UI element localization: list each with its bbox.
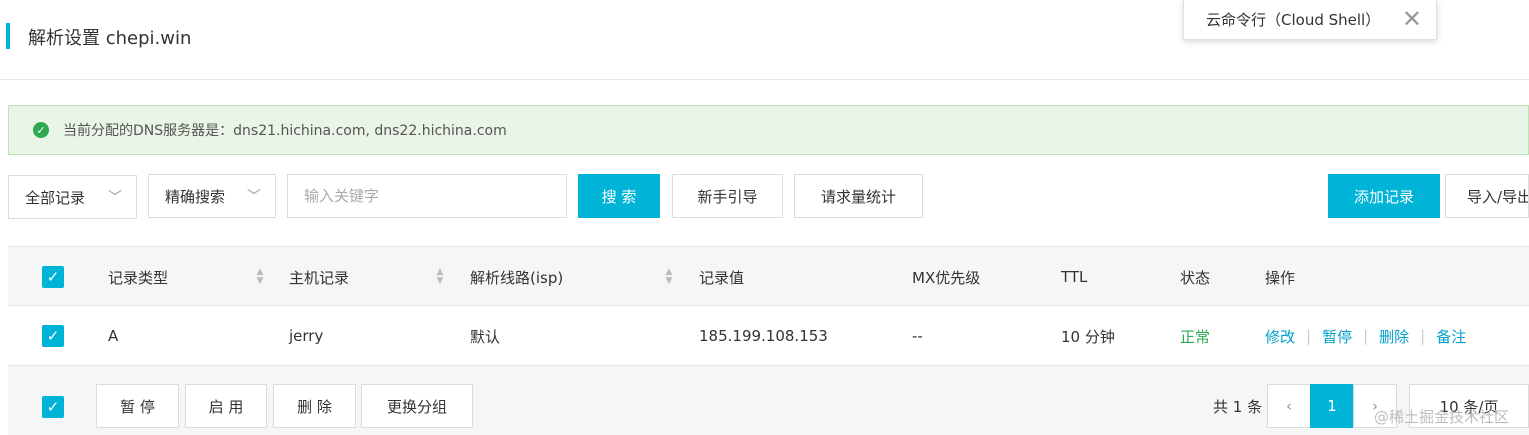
mx-priority: -- [912, 327, 923, 345]
divider: | [1363, 327, 1369, 345]
column-header-mx: MX优先级 [912, 268, 981, 287]
record-value: 185.199.108.153 [699, 327, 828, 345]
beginner-guide-button[interactable]: 新手引导 [672, 174, 783, 218]
delete-link[interactable]: 删除 [1379, 326, 1409, 347]
cloud-shell-label: 云命令行（Cloud Shell） [1206, 11, 1381, 29]
status-badge: 正常 [1180, 327, 1211, 346]
title-accent-bar [6, 23, 10, 49]
pagination-total: 共 1 条 [1213, 397, 1263, 416]
edit-link[interactable]: 修改 [1265, 326, 1295, 347]
chevron-left-icon: ‹ [1286, 397, 1292, 415]
watermark-text: @稀土掘金技术社区 [1373, 408, 1509, 426]
table-footer: ✓ 暂 停 启 用 删 除 更换分组 共 1 条 ‹ 1 › 10 条/页 [8, 366, 1529, 435]
column-header-actions: 操作 [1265, 268, 1296, 287]
sort-icon[interactable]: ▲ ▼ [663, 247, 675, 307]
chevron-down-icon: ﹀ [247, 189, 261, 205]
keyword-search-input[interactable] [287, 174, 567, 218]
sort-icon[interactable]: ▲ ▼ [434, 247, 446, 307]
sort-icon[interactable]: ▲ ▼ [254, 247, 266, 307]
request-stats-button[interactable]: 请求量统计 [794, 174, 923, 218]
close-icon[interactable]: ✕ [1402, 3, 1422, 35]
column-header-status: 状态 [1180, 268, 1211, 287]
batch-pause-button[interactable]: 暂 停 [96, 384, 179, 428]
prev-page-button[interactable]: ‹ [1267, 384, 1311, 428]
remark-link[interactable]: 备注 [1436, 326, 1466, 347]
divider: | [1306, 327, 1312, 345]
divider: | [1420, 327, 1426, 345]
table-header: ✓ 记录类型 ▲ ▼ 主机记录 ▲ ▼ 解析线路(isp) ▲ ▼ 记录值 MX优先级… [8, 246, 1529, 306]
search-button[interactable]: 搜 索 [578, 174, 660, 218]
dns-server-banner: ✓ 当前分配的DNS服务器是：dns21.hichina.com, dns22.… [8, 105, 1529, 155]
page-number-current[interactable]: 1 [1310, 384, 1354, 428]
row-checkbox[interactable]: ✓ [42, 325, 64, 347]
select-all-checkbox[interactable]: ✓ [42, 266, 64, 288]
host-record: jerry [289, 327, 324, 345]
column-header-line: 解析线路(isp) [470, 268, 564, 287]
chevron-down-icon: ﹀ [108, 190, 122, 206]
dns-server-text: 当前分配的DNS服务器是：dns21.hichina.com, dns22.hi… [63, 123, 507, 139]
batch-delete-button[interactable]: 删 除 [273, 384, 356, 428]
page-title: 解析设置 chepi.win [28, 28, 192, 49]
pause-link[interactable]: 暂停 [1322, 326, 1352, 347]
check-circle-icon: ✓ [33, 122, 49, 138]
batch-select-checkbox[interactable]: ✓ [42, 396, 64, 418]
record-filter-select[interactable]: 全部记录 ﹀ [8, 175, 137, 219]
cloud-shell-tab[interactable]: 云命令行（Cloud Shell） ✕ [1183, 0, 1437, 40]
search-mode-value: 精确搜索 [165, 187, 226, 206]
batch-enable-button[interactable]: 启 用 [185, 384, 267, 428]
column-header-host: 主机记录 [289, 268, 350, 287]
ttl-value: 10 分钟 [1061, 327, 1115, 346]
table-row: ✓ A jerry 默认 185.199.108.153 -- 10 分钟 正常… [8, 306, 1529, 366]
import-export-button[interactable]: 导入/导出 [1445, 174, 1529, 218]
record-filter-value: 全部记录 [25, 188, 86, 207]
add-record-button[interactable]: 添加记录 [1328, 174, 1440, 218]
change-group-button[interactable]: 更换分组 [361, 384, 473, 428]
search-mode-select[interactable]: 精确搜索 ﹀ [148, 174, 276, 218]
row-actions: 修改 | 暂停 | 删除 | 备注 [1265, 306, 1466, 366]
column-header-type: 记录类型 [108, 268, 169, 287]
column-header-ttl: TTL [1061, 268, 1088, 286]
record-type: A [108, 327, 119, 345]
resolve-line: 默认 [470, 327, 501, 346]
column-header-value: 记录值 [699, 268, 745, 287]
